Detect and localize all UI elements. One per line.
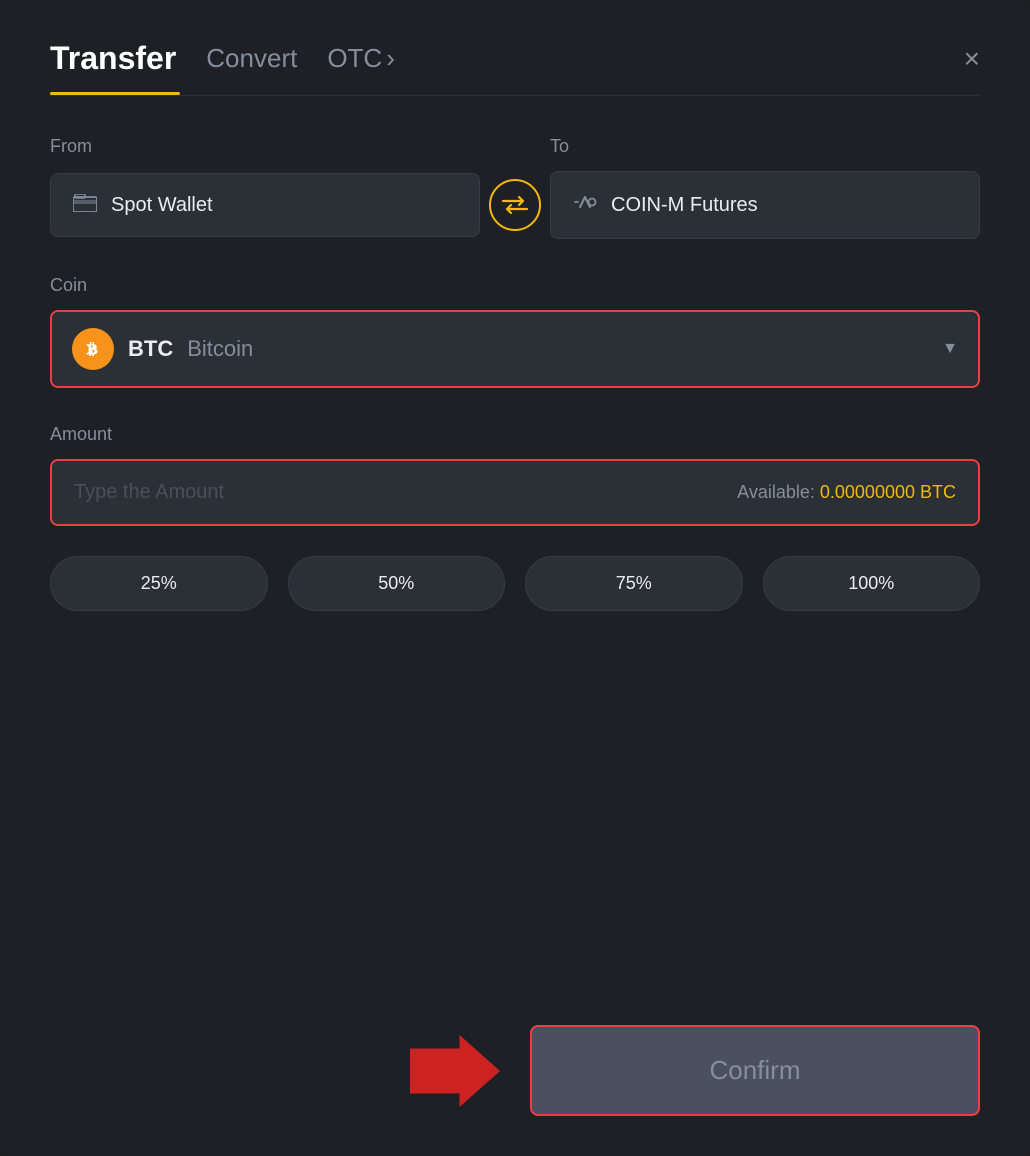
pct-75-button[interactable]: 75% (525, 556, 743, 611)
modal-header: Transfer Convert OTC › × (50, 40, 980, 77)
close-button[interactable]: × (964, 45, 980, 73)
from-label: From (50, 136, 480, 157)
amount-label: Amount (50, 424, 980, 445)
red-arrow-icon (410, 1031, 500, 1111)
pct-100-button[interactable]: 100% (763, 556, 981, 611)
futures-icon (573, 190, 597, 220)
wallet-icon (73, 192, 97, 218)
bottom-area: Confirm (50, 1025, 980, 1116)
confirm-button[interactable]: Confirm (530, 1025, 980, 1116)
amount-placeholder[interactable]: Type the Amount (74, 481, 224, 504)
available-text: Available: 0.00000000 BTC (737, 482, 956, 503)
coin-symbol: BTC (128, 336, 173, 362)
to-label: To (550, 136, 980, 157)
coin-selector[interactable]: BTC Bitcoin ▼ (50, 310, 980, 388)
coin-label: Coin (50, 275, 980, 296)
available-value: 0.00000000 BTC (820, 482, 956, 502)
from-to-labels: From To (50, 136, 980, 157)
available-label: Available: (737, 482, 815, 502)
from-wallet-name: Spot Wallet (111, 194, 213, 217)
swap-btn-wrapper (480, 179, 550, 231)
tab-underline (50, 93, 980, 96)
to-wallet-box[interactable]: COIN-M Futures (550, 171, 980, 239)
convert-tab[interactable]: Convert (206, 43, 297, 74)
transfer-tab[interactable]: Transfer (50, 40, 176, 77)
amount-box: Type the Amount Available: 0.00000000 BT… (50, 459, 980, 526)
confirm-btn-wrapper: Confirm (530, 1025, 980, 1116)
transfer-modal: Transfer Convert OTC › × From To Spot Wa… (0, 0, 1030, 1156)
coin-full-name: Bitcoin (187, 336, 253, 362)
from-to-row: Spot Wallet COIN-M Futures (50, 171, 980, 239)
from-wallet-box[interactable]: Spot Wallet (50, 173, 480, 237)
percentage-row: 25% 50% 75% 100% (50, 556, 980, 611)
to-wallet-name: COIN-M Futures (611, 194, 758, 217)
active-tab-indicator (50, 92, 180, 95)
pct-25-button[interactable]: 25% (50, 556, 268, 611)
btc-icon (72, 328, 114, 370)
chevron-down-icon: ▼ (942, 340, 958, 358)
swap-button[interactable] (489, 179, 541, 231)
otc-tab[interactable]: OTC › (327, 43, 395, 74)
pct-50-button[interactable]: 50% (288, 556, 506, 611)
arrow-wrapper (50, 1031, 530, 1111)
